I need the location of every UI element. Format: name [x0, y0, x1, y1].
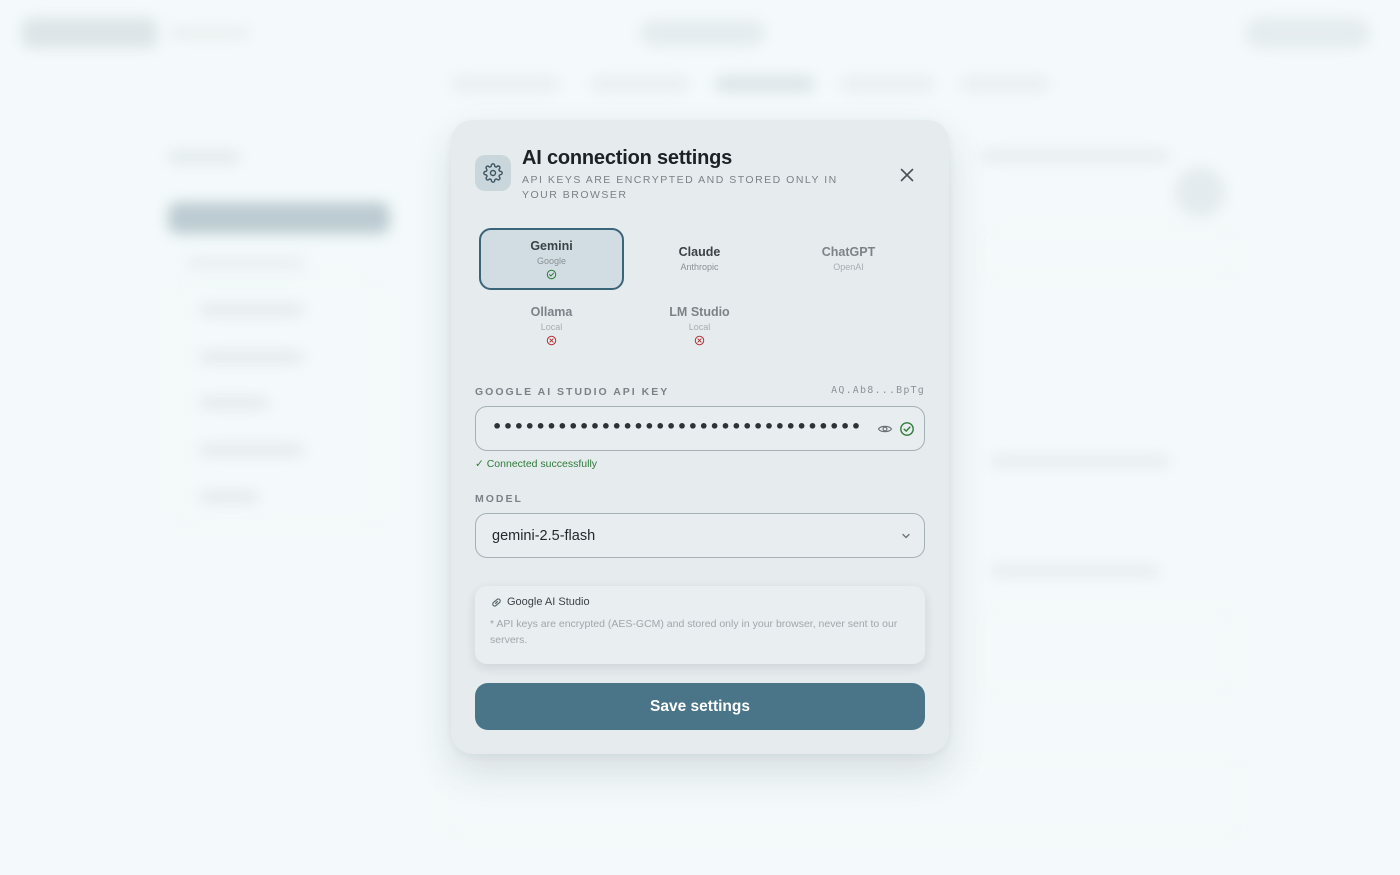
background-list-row [199, 397, 269, 409]
background-sidebar-list [176, 278, 381, 528]
provider-ollama[interactable]: Ollama Local [479, 296, 624, 358]
background-text-line [990, 455, 1170, 467]
background-avatar [1175, 167, 1225, 217]
background-list-row [199, 351, 304, 363]
background-nav-item [840, 76, 935, 92]
model-select-value: gemini-2.5-flash [492, 528, 596, 544]
link-icon [492, 598, 501, 607]
model-label: Model [475, 493, 523, 505]
background-topbar [0, 0, 1400, 70]
background-text-line [980, 150, 1170, 162]
info-card: Google AI Studio * API keys are encrypte… [475, 586, 925, 664]
encryption-note: * API keys are encrypted (AES-GCM) and s… [490, 618, 898, 646]
api-key-label: Google AI Studio API Key [475, 386, 670, 398]
close-icon [900, 168, 914, 182]
provider-vendor: Local [540, 322, 563, 332]
check-circle-icon [900, 422, 914, 436]
chevron-down-icon [902, 533, 910, 539]
background-nav-item [590, 76, 690, 92]
background-right-panel [980, 145, 1240, 725]
provider-vendor: OpenAI [833, 262, 864, 272]
eye-icon[interactable] [877, 421, 893, 437]
provider-name: Ollama [530, 305, 573, 319]
check-circle-icon [546, 269, 557, 280]
background-list-row [199, 491, 259, 503]
modal-title: AI connection settings [522, 147, 733, 169]
api-key-input[interactable]: ••••••••••••••••••••••••••••••••••••••••… [475, 406, 925, 451]
provider-vendor: Google [536, 256, 567, 266]
background-card [980, 610, 1235, 695]
save-settings-button[interactable]: Save settings [475, 683, 925, 730]
background-logo-subtitle [170, 28, 250, 38]
api-key-masked-value: ••••••••••••••••••••••••••••••••••••••••… [492, 417, 864, 436]
provider-vendor: Anthropic [680, 262, 719, 272]
provider-name: ChatGPT [821, 245, 876, 259]
ai-settings-modal: AI connection settings API keys are encr… [451, 120, 949, 754]
google-ai-studio-link[interactable]: Google AI Studio [507, 596, 590, 608]
background-bottom-panel [445, 760, 1245, 835]
background-nav-item-active [715, 76, 815, 92]
provider-claude[interactable]: Claude Anthropic [627, 228, 772, 290]
provider-name: Claude [678, 245, 721, 259]
connection-status: ✓ Connected successfully [475, 458, 598, 470]
provider-gemini[interactable]: Gemini Google [479, 228, 624, 290]
api-key-preview: AQ.Ab8...BpTg [831, 385, 925, 396]
background-sidebar-subtitle [186, 258, 306, 268]
error-circle-icon [546, 335, 557, 346]
model-select[interactable]: gemini-2.5-flash [475, 513, 925, 558]
modal-subtitle: API keys are encrypted and stored only i… [522, 174, 838, 201]
provider-name: LM Studio [669, 305, 730, 319]
background-logo [22, 18, 157, 48]
provider-vendor: Local [688, 322, 711, 332]
background-card [980, 230, 1235, 280]
background-sidebar-title [168, 150, 240, 164]
provider-chatgpt[interactable]: ChatGPT OpenAI [776, 228, 921, 290]
background-center-pill [640, 20, 765, 46]
error-circle-icon [694, 335, 705, 346]
background-nav-item [450, 76, 560, 92]
background-sidebar-active-item [168, 202, 390, 234]
background-nav-item [960, 76, 1050, 92]
background-text-line [990, 565, 1160, 577]
background-list-row [199, 444, 304, 456]
gear-icon [475, 155, 511, 191]
close-button[interactable] [895, 163, 919, 187]
provider-lm-studio[interactable]: LM Studio Local [627, 296, 772, 358]
background-account-pill [1245, 18, 1370, 48]
provider-name: Gemini [530, 239, 573, 253]
background-list-row [199, 304, 304, 316]
background-sidebar [168, 150, 393, 550]
